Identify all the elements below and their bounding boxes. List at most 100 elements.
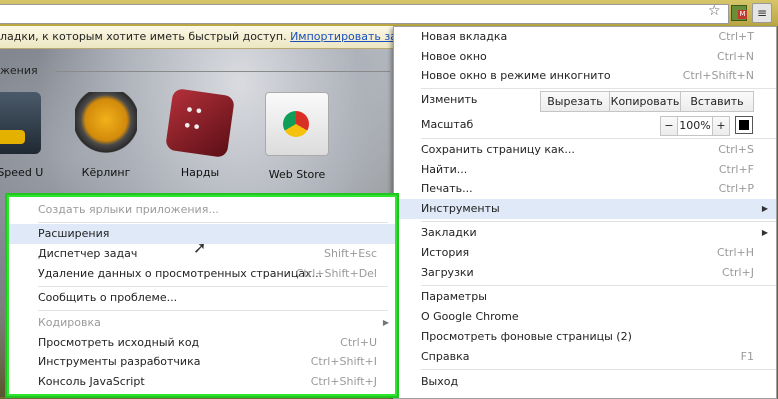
menu-item-label: Параметры <box>421 290 487 303</box>
menu-separator <box>421 369 776 370</box>
menu-item-label: Новое окно <box>421 50 487 63</box>
menu-item-background-pages[interactable]: Просмотреть фоновые страницы (2) <box>394 327 776 347</box>
menu-item-new-window[interactable]: Новое окно Ctrl+N <box>394 47 776 67</box>
menu-item-shortcut: Ctrl+Shift+Del <box>295 267 377 280</box>
menu-item-label: Диспетчер задач <box>38 247 138 260</box>
menu-item-label: Консоль JavaScript <box>38 375 145 388</box>
app-tile[interactable]: For Speed U <box>0 92 55 179</box>
menu-item-shortcut: Ctrl+N <box>716 50 754 63</box>
zoom-level: 100% <box>677 116 713 136</box>
cut-button[interactable]: Вырезать <box>540 91 610 112</box>
menu-item-shortcut: Ctrl+Shift+N <box>682 69 754 82</box>
menu-separator <box>421 285 776 286</box>
menu-separator <box>421 88 776 89</box>
menu-item-shortcut: Ctrl+F <box>718 163 754 176</box>
menu-item-label: Загрузки <box>421 266 474 279</box>
menu-item-save-page[interactable]: Сохранить страницу как... Ctrl+S <box>394 140 776 160</box>
menu-item-label: История <box>421 246 470 259</box>
menu-item-label: Новая вкладка <box>421 30 508 43</box>
fullscreen-icon[interactable] <box>735 116 753 134</box>
menu-item-label: Выход <box>421 375 459 388</box>
menu-item-shortcut: Ctrl+S <box>718 143 754 156</box>
browser-toolbar: ☆ M ≡ <box>0 0 778 26</box>
chrome-web-store-icon <box>265 92 329 156</box>
menu-item-shortcut: Ctrl+H <box>716 246 754 259</box>
apps-section-divider <box>55 71 390 72</box>
racing-game-icon <box>0 92 41 154</box>
menu-item-shortcut: Ctrl+J <box>721 266 754 279</box>
menu-item-label: Инструменты разработчика <box>38 355 201 368</box>
menu-item-label: О Google Chrome <box>421 310 519 323</box>
zoom-out-button[interactable]: − <box>660 116 678 136</box>
wrench-menu-icon[interactable]: ≡ <box>752 3 772 23</box>
import-bookmarks-link[interactable]: Импортировать закладки... <box>290 30 400 43</box>
menu-separator <box>38 286 388 287</box>
app-label: For Speed U <box>0 166 44 179</box>
menu-item-label: Справка <box>421 350 470 363</box>
menu-separator <box>38 222 388 223</box>
paste-button[interactable]: Вставить <box>680 91 754 112</box>
menu-item-label: Инструменты <box>421 202 500 215</box>
menu-item-label: Просмотреть фоновые страницы (2) <box>421 330 632 343</box>
menu-item-label: Создать ярлыки приложения... <box>38 203 219 216</box>
menu-item-label: Просмотреть исходный код <box>38 336 200 349</box>
zoom-row-label: Масштаб <box>421 118 474 131</box>
edit-row-label: Изменить <box>421 93 478 106</box>
submenu-item-view-source[interactable]: Просмотреть исходный код Ctrl+U <box>9 333 395 353</box>
menu-item-shortcut: Ctrl+U <box>340 336 377 349</box>
menu-item-label: Закладки <box>421 226 477 239</box>
tools-submenu: Создать ярлыки приложения... Расширения … <box>7 195 397 396</box>
menu-item-shortcut: Ctrl+Shift+J <box>310 375 377 388</box>
menu-item-label: Печать... <box>421 182 473 195</box>
app-label: Кёрлинг <box>81 166 131 179</box>
app-tile[interactable]: Нарды <box>155 87 245 179</box>
menu-item-print[interactable]: Печать... Ctrl+P <box>394 179 776 199</box>
submenu-arrow-icon: ▶ <box>761 204 768 213</box>
menu-item-history[interactable]: История Ctrl+H <box>394 243 776 263</box>
curling-stone-icon <box>75 92 137 154</box>
app-tile[interactable]: Web Store <box>252 92 342 181</box>
menu-separator <box>421 221 776 222</box>
bookmarks-bar-prompt: ладки, к которым хотите иметь быстрый до… <box>0 30 287 43</box>
menu-item-incognito[interactable]: Новое окно в режиме инкогнито Ctrl+Shift… <box>394 66 776 86</box>
app-tile[interactable]: Кёрлинг <box>61 92 151 179</box>
copy-button[interactable]: Копировать <box>609 91 681 112</box>
submenu-item-report-issue[interactable]: Сообщить о проблеме... <box>9 288 395 308</box>
menu-item-settings[interactable]: Параметры <box>394 287 776 307</box>
menu-item-find[interactable]: Найти... Ctrl+F <box>394 160 776 180</box>
menu-item-label: Удаление данных о просмотренных страница… <box>38 267 323 280</box>
bookmark-star-icon[interactable]: ☆ <box>708 3 721 19</box>
submenu-item-js-console[interactable]: Консоль JavaScript Ctrl+Shift+J <box>9 372 395 392</box>
menu-item-new-tab[interactable]: Новая вкладка Ctrl+T <box>394 27 776 47</box>
app-label: Нарды <box>180 166 220 179</box>
menu-item-shortcut: Ctrl+T <box>718 30 754 43</box>
menu-item-shortcut: Ctrl+Shift+I <box>310 355 377 368</box>
mouse-pointer-icon: ➚ <box>193 238 207 257</box>
chrome-main-menu: Новая вкладка Ctrl+T Новое окно Ctrl+N Н… <box>393 26 777 399</box>
menu-item-about[interactable]: О Google Chrome <box>394 307 776 327</box>
menu-item-shortcut: Ctrl+P <box>718 182 754 195</box>
menu-separator <box>421 138 776 139</box>
menu-item-label: Расширения <box>38 227 110 240</box>
extension-badge-icon: M <box>738 10 747 19</box>
menu-item-tools[interactable]: Инструменты ▶ <box>394 199 776 219</box>
menu-item-label: Кодировка <box>38 316 101 329</box>
submenu-item-dev-tools[interactable]: Инструменты разработчика Ctrl+Shift+I <box>9 352 395 372</box>
bookmarks-bar: ладки, к которым хотите иметь быстрый до… <box>0 26 400 49</box>
menu-item-label: Новое окно в режиме инкогнито <box>421 69 611 82</box>
dice-icon <box>164 87 236 159</box>
menu-item-label: Найти... <box>421 163 468 176</box>
menu-item-bookmarks[interactable]: Закладки ▶ <box>394 223 776 243</box>
menu-item-label: Сохранить страницу как... <box>421 143 575 156</box>
submenu-arrow-icon: ▶ <box>382 318 389 327</box>
apps-section-heading: жения <box>0 64 38 77</box>
menu-item-exit[interactable]: Выход <box>394 372 776 392</box>
submenu-arrow-icon: ▶ <box>761 228 768 237</box>
menu-item-downloads[interactable]: Загрузки Ctrl+J <box>394 263 776 283</box>
zoom-in-button[interactable]: + <box>712 116 730 136</box>
app-label: Web Store <box>268 168 326 181</box>
submenu-item-clear-data[interactable]: Удаление данных о просмотренных страница… <box>9 264 395 284</box>
submenu-item-encoding[interactable]: Кодировка ▶ <box>9 313 395 333</box>
menu-item-help[interactable]: Справка F1 <box>394 347 776 367</box>
address-bar[interactable] <box>0 4 729 24</box>
